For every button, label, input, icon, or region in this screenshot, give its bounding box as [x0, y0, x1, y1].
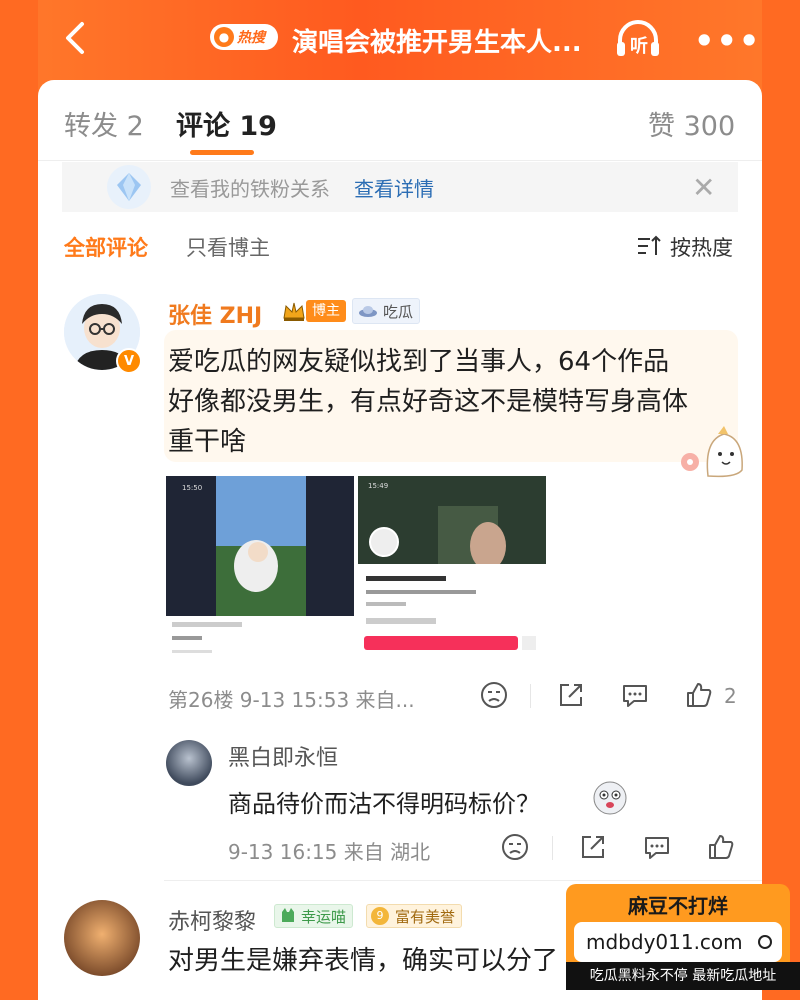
eat-melon-badge: 吃瓜 — [352, 298, 421, 324]
diamond-icon — [107, 165, 151, 209]
comment-sheet: 转发 2 评论 19 赞 300 查看我的铁粉关系 查看详情 ✕ 全部评论 只看… — [38, 80, 762, 1000]
comment-text: 对男生是嫌弃表情，确实可以分了 — [168, 946, 559, 976]
verified-badge-icon: V — [116, 348, 142, 374]
screenshot-thumbnail-icon: 15:50 — [166, 476, 354, 660]
active-tab-indicator — [190, 150, 254, 155]
comment-image[interactable]: 15:49 — [358, 476, 546, 660]
tab-bar: 转发 2 评论 19 赞 300 — [38, 80, 762, 160]
share-icon[interactable] — [556, 680, 586, 710]
comment-meta: 第26楼 9-13 15:53 来自... — [168, 688, 415, 712]
close-icon[interactable]: ✕ — [692, 171, 715, 204]
lucky-cat-label: 幸运喵 — [301, 908, 347, 926]
comment-line: 爱吃瓜的网友疑似找到了当事人，64个作品 — [168, 347, 670, 377]
share-icon[interactable] — [578, 832, 608, 862]
hot-search-badge[interactable]: ● 热搜 — [210, 24, 278, 50]
listen-label[interactable]: 听 — [630, 32, 648, 58]
image-time: 15:49 — [368, 482, 388, 490]
action-divider — [552, 836, 553, 860]
thumbs-up-icon[interactable] — [706, 832, 736, 862]
avatar[interactable] — [64, 900, 140, 976]
dislike-face-icon[interactable] — [479, 680, 509, 710]
shocked-emoji-icon — [593, 781, 627, 815]
hot-search-label: 热搜 — [237, 30, 265, 46]
ad-footer-text: 吃瓜黑料永不停 最新吃瓜地址 — [566, 962, 800, 990]
fan-relationship-card: 查看我的铁粉关系 查看详情 ✕ — [62, 162, 738, 212]
like-count: 2 — [724, 684, 737, 708]
crown-icon — [283, 302, 305, 321]
ad-url-box[interactable]: mdbdy011.com — [574, 922, 782, 962]
comment-text: 爱吃瓜的网友疑似找到了当事人，64个作品 好像都没男生，有点好奇这不是模特写身高… — [168, 342, 738, 462]
tab-divider — [38, 160, 762, 161]
comment-separator — [164, 880, 762, 881]
username[interactable]: 赤柯黎黎 — [168, 904, 256, 936]
sort-icon[interactable] — [636, 234, 662, 258]
reply-text: 商品待价而沽不得明码标价？ — [228, 790, 540, 818]
dislike-face-icon[interactable] — [500, 832, 530, 862]
tab-comments[interactable]: 评论 19 — [176, 104, 277, 143]
profile-screenshot-thumbnail-icon: 15:49 — [358, 476, 546, 660]
action-divider — [530, 684, 531, 708]
fan-relationship-text: 查看我的铁粉关系 — [170, 177, 330, 201]
ufo-icon — [359, 306, 377, 317]
back-arrow-icon[interactable] — [56, 18, 96, 58]
right-edge — [762, 0, 800, 1000]
username[interactable]: 张佳 ZHJ — [168, 298, 262, 330]
level-badge-icon: 9 — [371, 907, 389, 925]
image-time: 15:50 — [182, 484, 202, 492]
more-options-button[interactable]: ••• — [694, 22, 761, 60]
reply-meta: 9-13 16:15 来自 湖北 — [228, 840, 431, 864]
thumbs-up-icon[interactable] — [684, 680, 714, 710]
view-details-link[interactable]: 查看详情 — [354, 173, 434, 202]
sort-by-hot[interactable]: 按热度 — [670, 232, 733, 262]
tab-reposts[interactable]: 转发 2 — [64, 104, 144, 143]
avatar[interactable] — [166, 740, 212, 786]
filter-all-comments[interactable]: 全部评论 — [64, 232, 148, 262]
ad-title: 麻豆不打烊 — [628, 894, 728, 918]
wealth-label: 富有美誉 — [395, 908, 456, 926]
page-title: 演唱会被推开男生本人... — [292, 28, 582, 58]
username[interactable]: 黑白即永恒 — [228, 740, 338, 772]
comment-line: 重干啥 — [168, 427, 247, 457]
filter-blogger-only[interactable]: 只看博主 — [186, 232, 270, 262]
comment-line: 好像都没男生，有点好奇这不是模特写身高体 — [168, 387, 689, 417]
eat-melon-label: 吃瓜 — [383, 303, 414, 321]
flame-icon: ● — [214, 27, 234, 47]
ghost-sticker-icon — [681, 426, 743, 478]
lucky-cat-badge: 幸运喵 — [274, 904, 354, 928]
comment-icon[interactable] — [642, 832, 672, 862]
left-edge — [0, 0, 38, 1000]
ad-url: mdbdy011.com — [586, 930, 743, 954]
comment-image[interactable]: 15:50 — [166, 476, 354, 660]
cat-icon — [282, 908, 294, 922]
tab-likes[interactable]: 赞 300 — [648, 104, 735, 143]
blogger-badge: 博主 — [306, 300, 346, 322]
wealth-badge: 9 富有美誉 — [366, 904, 463, 928]
circle-icon — [758, 935, 772, 949]
comment-icon[interactable] — [620, 680, 650, 710]
